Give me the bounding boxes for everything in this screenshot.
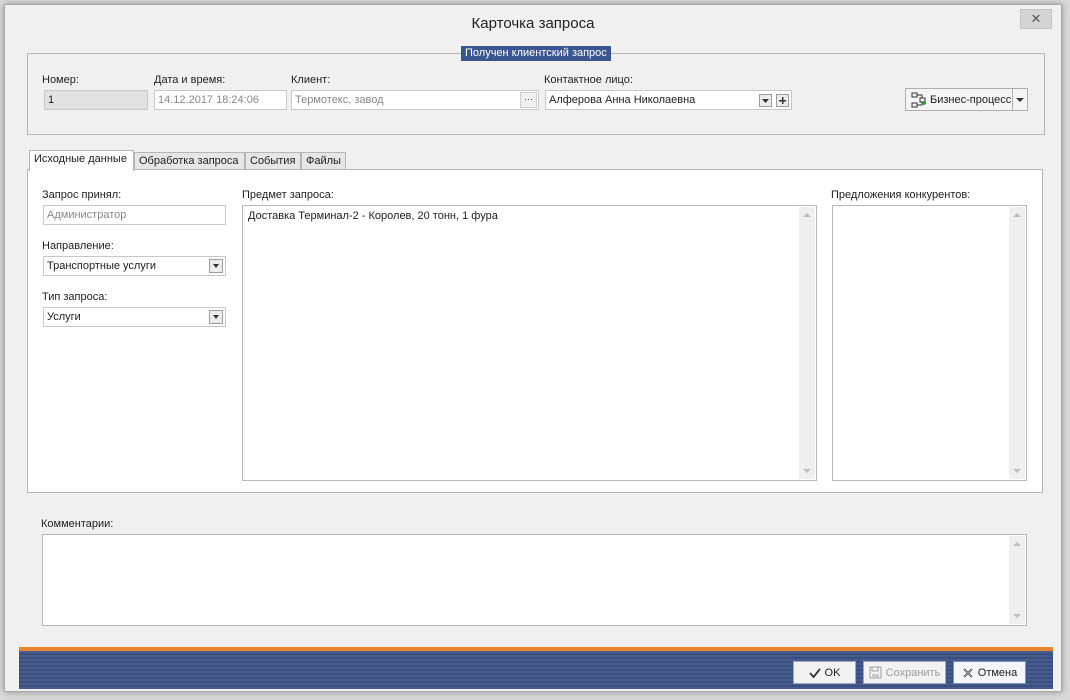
request-group-box: Получен клиентский запрос Номер: 1 Дата … bbox=[27, 46, 1045, 135]
title-bar: Карточка запроса ✕ bbox=[5, 5, 1061, 39]
save-label: Сохранить bbox=[885, 666, 941, 679]
subject-scrollbar[interactable] bbox=[799, 207, 815, 479]
accepted-label: Запрос принял: bbox=[42, 189, 122, 201]
contact-value: Алферова Анна Николаевна bbox=[549, 94, 696, 106]
tab-request-processing[interactable]: Обработка запроса bbox=[134, 152, 245, 170]
request-type-select[interactable]: Услуги bbox=[43, 307, 226, 327]
datetime-label: Дата и время: bbox=[154, 74, 226, 86]
chevron-down-icon bbox=[762, 99, 769, 103]
comments-label: Комментарии: bbox=[41, 518, 114, 530]
direction-label: Направление: bbox=[42, 240, 114, 252]
group-caption: Получен клиентский запрос bbox=[461, 46, 611, 61]
contact-label: Контактное лицо: bbox=[544, 74, 633, 86]
business-process-label: Бизнес-процесс bbox=[930, 93, 1012, 106]
business-process-dropdown[interactable] bbox=[1013, 89, 1027, 110]
footer-bar: OK Сохранить Отмена bbox=[19, 647, 1053, 689]
client-label: Клиент: bbox=[291, 74, 331, 86]
number-label: Номер: bbox=[42, 74, 79, 86]
subject-label: Предмет запроса: bbox=[242, 189, 334, 201]
close-button[interactable]: ✕ bbox=[1020, 9, 1052, 29]
scroll-up-icon[interactable] bbox=[1013, 213, 1021, 217]
source-data-panel: Запрос принял: Администратор Направление… bbox=[27, 169, 1043, 493]
save-button[interactable]: Сохранить bbox=[863, 661, 946, 684]
scroll-down-icon[interactable] bbox=[1013, 614, 1021, 618]
plus-icon bbox=[779, 97, 786, 104]
client-field[interactable]: Термотекс, завод ··· bbox=[291, 90, 539, 110]
business-process-main[interactable]: Бизнес-процесс bbox=[906, 89, 1014, 110]
request-type-dropdown-icon[interactable] bbox=[209, 310, 223, 324]
contact-dropdown-button[interactable] bbox=[759, 94, 772, 107]
contact-field[interactable]: Алферова Анна Николаевна bbox=[545, 90, 792, 110]
direction-dropdown-icon[interactable] bbox=[209, 259, 223, 273]
request-type-label: Тип запроса: bbox=[42, 291, 108, 303]
request-card-window: Карточка запроса ✕ Получен клиентский за… bbox=[4, 4, 1062, 692]
scroll-down-icon[interactable] bbox=[803, 469, 811, 473]
competitors-textarea[interactable] bbox=[832, 205, 1027, 481]
competitors-label: Предложения конкурентов: bbox=[831, 189, 971, 201]
close-icon: ✕ bbox=[1030, 11, 1042, 26]
checkmark-icon bbox=[808, 667, 821, 678]
competitors-scrollbar[interactable] bbox=[1009, 207, 1025, 479]
business-process-button[interactable]: Бизнес-процесс bbox=[905, 88, 1028, 111]
scroll-up-icon[interactable] bbox=[803, 213, 811, 217]
contact-add-button[interactable] bbox=[776, 94, 789, 107]
direction-value: Транспортные услуги bbox=[47, 260, 157, 272]
tab-events[interactable]: События bbox=[245, 152, 301, 170]
workflow-icon bbox=[911, 92, 926, 107]
request-type-value: Услуги bbox=[47, 311, 81, 323]
scroll-up-icon[interactable] bbox=[1013, 542, 1021, 546]
scroll-down-icon[interactable] bbox=[1013, 469, 1021, 473]
client-value: Термотекс, завод bbox=[295, 94, 384, 106]
comments-textarea[interactable] bbox=[42, 534, 1027, 626]
floppy-disk-icon bbox=[869, 666, 882, 679]
ok-label: OK bbox=[824, 666, 841, 679]
cancel-label: Отмена bbox=[977, 666, 1018, 679]
client-browse-button[interactable]: ··· bbox=[520, 92, 537, 108]
window-title: Карточка запроса bbox=[471, 15, 595, 32]
direction-select[interactable]: Транспортные услуги bbox=[43, 256, 226, 276]
ok-button[interactable]: OK bbox=[793, 661, 856, 684]
tab-source-data[interactable]: Исходные данные bbox=[29, 150, 134, 171]
number-field[interactable]: 1 bbox=[44, 90, 148, 110]
accepted-field[interactable]: Администратор bbox=[43, 205, 226, 225]
cancel-button[interactable]: Отмена bbox=[953, 661, 1026, 684]
comments-scrollbar[interactable] bbox=[1009, 536, 1025, 624]
datetime-field[interactable]: 14.12.2017 18:24:06 bbox=[154, 90, 287, 110]
subject-textarea[interactable]: Доставка Терминал-2 - Королев, 20 тонн, … bbox=[242, 205, 817, 481]
cancel-x-icon bbox=[963, 667, 973, 678]
tab-files[interactable]: Файлы bbox=[301, 152, 346, 170]
subject-value: Доставка Терминал-2 - Королев, 20 тонн, … bbox=[248, 210, 498, 222]
